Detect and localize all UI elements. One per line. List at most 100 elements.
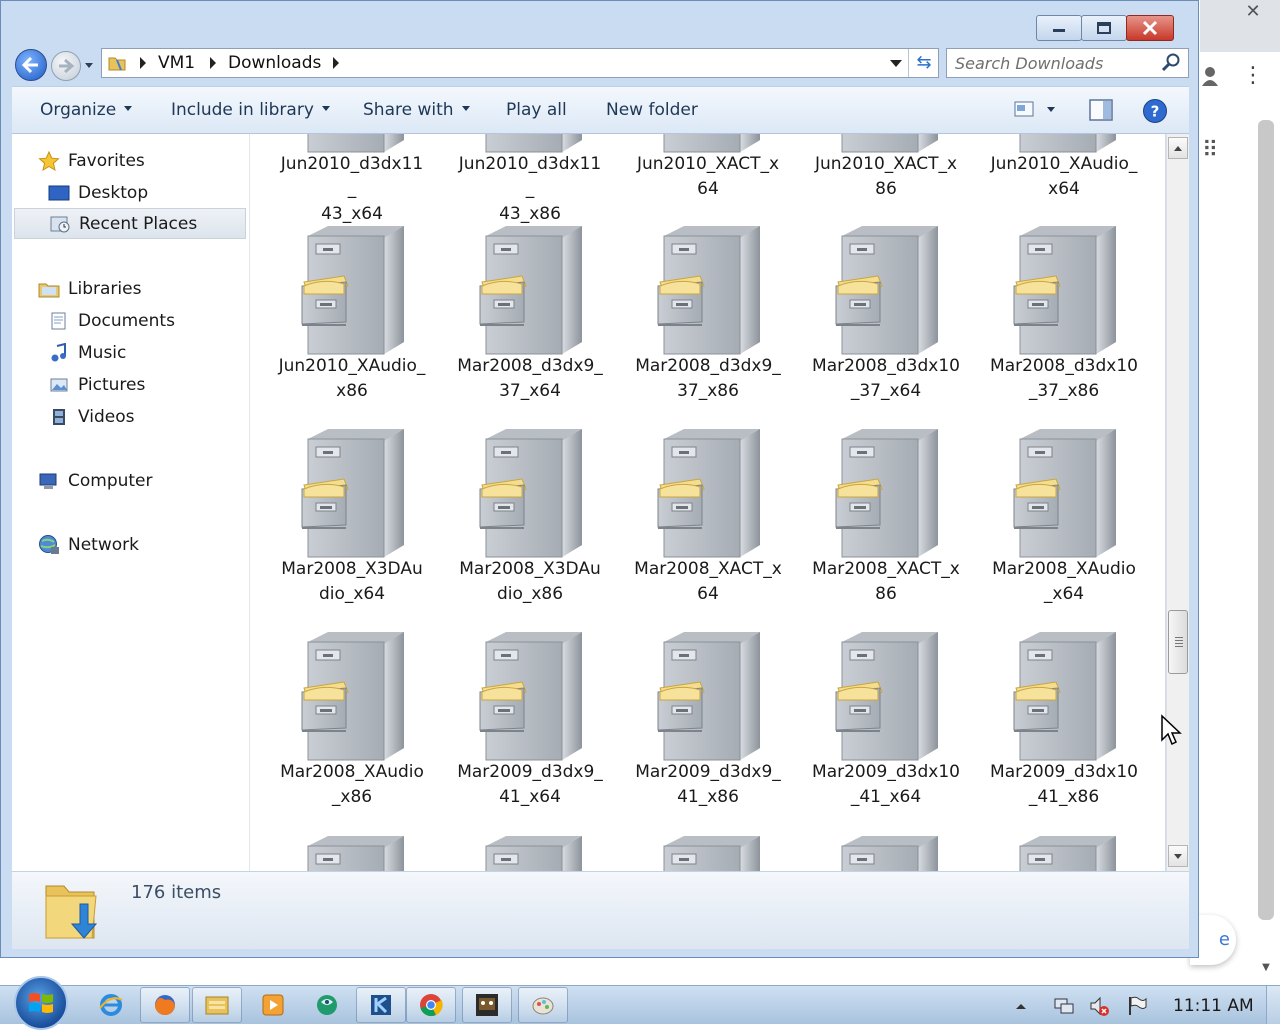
file-item[interactable]: Mar2009_d3dx9_ 41_x86: [623, 630, 793, 810]
nav-recent-places[interactable]: Recent Places: [14, 208, 246, 239]
breadcrumb-separator-icon[interactable]: [140, 57, 146, 69]
nav-documents[interactable]: Documents: [48, 308, 175, 334]
file-item-label: Mar2008_X3DAu dio_x64: [281, 559, 423, 604]
network-tray-icon[interactable]: [1053, 995, 1075, 1017]
taskbar-chrome[interactable]: [406, 987, 456, 1023]
nav-videos[interactable]: Videos: [48, 404, 135, 430]
taskbar-app-k[interactable]: [356, 987, 406, 1023]
file-item[interactable]: Jun2010_XAudio_ x64: [979, 134, 1149, 202]
close-button[interactable]: [1126, 15, 1174, 41]
start-button[interactable]: [14, 976, 68, 1030]
file-item[interactable]: Mar2008_d3dx9_ 37_x64: [445, 224, 615, 404]
chrome-icon: [420, 994, 443, 1017]
view-dropdown-icon[interactable]: [1046, 106, 1056, 114]
file-item[interactable]: [801, 834, 971, 871]
file-item[interactable]: [445, 834, 615, 871]
breadcrumb-separator-icon[interactable]: [210, 57, 216, 69]
details-pane: 176 items: [12, 871, 1189, 949]
taskbar-windows-explorer[interactable]: [192, 987, 242, 1023]
file-item[interactable]: Mar2008_XAudio _x64: [979, 427, 1149, 607]
address-bar[interactable]: VM1 Downloads ⇆: [101, 48, 939, 78]
help-icon[interactable]: ?: [1142, 98, 1168, 124]
taskbar-firefox[interactable]: [140, 987, 190, 1023]
file-item[interactable]: Jun2010_d3dx11_ 43_x64: [267, 134, 437, 227]
recent-pages-dropdown-icon[interactable]: [83, 59, 95, 71]
nav-favorites[interactable]: Favorites: [38, 148, 145, 174]
system-clock[interactable]: 11:11 AM: [1173, 996, 1254, 1016]
mouse-cursor-icon: [1161, 714, 1182, 746]
forward-button[interactable]: [51, 51, 81, 81]
apps-grid-icon[interactable]: ⠿: [1202, 140, 1218, 162]
taskbar-app-green[interactable]: [302, 987, 352, 1023]
file-item[interactable]: Mar2009_d3dx9_ 41_x64: [445, 630, 615, 810]
maximize-button[interactable]: [1081, 15, 1127, 41]
scroll-down-button[interactable]: [1168, 845, 1188, 867]
address-dropdown-icon[interactable]: [890, 60, 902, 67]
nav-music[interactable]: Music: [48, 340, 126, 366]
file-cabinet-icon: [485, 134, 582, 153]
volume-muted-icon[interactable]: [1089, 995, 1111, 1017]
file-item[interactable]: Jun2010_XACT_x 64: [623, 134, 793, 202]
scroll-thumb[interactable]: [1168, 610, 1188, 674]
background-scrollbar[interactable]: [1258, 120, 1274, 920]
profile-icon[interactable]: [1202, 66, 1218, 86]
file-item[interactable]: Mar2009_d3dx10 _41_x64: [801, 630, 971, 810]
play-all-button[interactable]: Play all: [506, 100, 567, 120]
minimize-button[interactable]: [1036, 15, 1082, 41]
file-item[interactable]: Mar2008_d3dx10 _37_x86: [979, 224, 1149, 404]
nav-desktop[interactable]: Desktop: [48, 180, 148, 206]
bubble-text: e: [1218, 929, 1230, 950]
breadcrumb-separator-icon[interactable]: [333, 57, 339, 69]
background-scroll-down-icon[interactable]: ▼: [1258, 962, 1274, 978]
file-item[interactable]: Mar2008_XAudio _x86: [267, 630, 437, 810]
file-item[interactable]: Mar2009_d3dx10 _41_x86: [979, 630, 1149, 810]
kebab-menu-icon[interactable]: ⋮: [1242, 62, 1264, 92]
file-cabinet-icon: [657, 429, 760, 558]
nav-libraries[interactable]: Libraries: [38, 276, 141, 302]
vertical-scrollbar[interactable]: [1166, 134, 1189, 871]
file-item[interactable]: Jun2010_d3dx11_ 43_x86: [445, 134, 615, 227]
file-item-label: Jun2010_XAudio_ x86: [278, 356, 426, 401]
action-center-flag-icon[interactable]: [1126, 995, 1148, 1017]
file-item[interactable]: Mar2008_X3DAu dio_x86: [445, 427, 615, 607]
file-item[interactable]: Mar2008_XACT_x 86: [801, 427, 971, 607]
back-button[interactable]: [15, 49, 47, 81]
show-hidden-icons-icon[interactable]: [1014, 995, 1028, 1017]
file-cabinet-icon: [1013, 429, 1116, 558]
breadcrumb-vm1[interactable]: VM1: [158, 53, 195, 73]
scroll-up-button[interactable]: [1168, 137, 1188, 159]
search-box[interactable]: [946, 48, 1189, 78]
file-item[interactable]: Jun2010_XACT_x 86: [801, 134, 971, 202]
file-item[interactable]: Mar2008_d3dx9_ 37_x86: [623, 224, 793, 404]
background-browser-window: ✕ ⋮ ⠿ ▼ e: [1190, 0, 1280, 985]
refresh-icon[interactable]: ⇆: [912, 52, 936, 74]
taskbar-media-player[interactable]: [248, 987, 298, 1023]
search-input[interactable]: [955, 52, 1155, 74]
preview-pane-icon[interactable]: [1089, 99, 1113, 121]
explorer-icon: [205, 996, 229, 1015]
file-item[interactable]: Jun2010_XAudio_ x86: [267, 224, 437, 404]
organize-button[interactable]: Organize: [40, 100, 133, 120]
share-with-button[interactable]: Share with: [363, 100, 470, 120]
file-item[interactable]: Mar2008_d3dx10 _37_x64: [801, 224, 971, 404]
new-folder-button[interactable]: New folder: [606, 100, 698, 120]
taskbar-app-dark[interactable]: [462, 987, 512, 1023]
caption-buttons: [1036, 15, 1174, 41]
taskbar-app-paint[interactable]: [518, 987, 568, 1023]
nav-computer[interactable]: Computer: [38, 468, 153, 494]
taskbar-internet-explorer[interactable]: [86, 987, 136, 1023]
breadcrumb-downloads[interactable]: Downloads: [228, 53, 321, 73]
nav-pictures[interactable]: Pictures: [48, 372, 145, 398]
background-close-icon[interactable]: ✕: [1228, 0, 1278, 24]
search-icon[interactable]: [1160, 52, 1182, 74]
include-in-library-button[interactable]: Include in library: [171, 100, 330, 120]
file-item[interactable]: [267, 834, 437, 871]
show-desktop-button[interactable]: [1266, 986, 1280, 1024]
file-item[interactable]: [979, 834, 1149, 871]
file-item[interactable]: Mar2008_XACT_x 64: [623, 427, 793, 607]
view-options-icon[interactable]: [1013, 99, 1035, 119]
file-cabinet-icon: [657, 632, 760, 761]
file-item[interactable]: [623, 834, 793, 871]
file-item[interactable]: Mar2008_X3DAu dio_x64: [267, 427, 437, 607]
nav-network[interactable]: Network: [38, 532, 139, 558]
